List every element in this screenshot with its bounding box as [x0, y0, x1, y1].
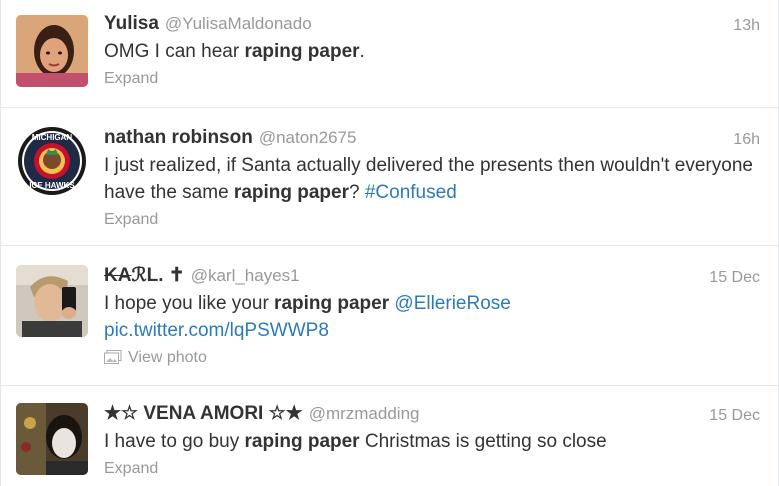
tweet-fullname[interactable]: ⁣Yulisa⁣	[104, 13, 159, 34]
tweet-screenname[interactable]: @YulisaMaldonado	[165, 14, 312, 33]
tweet-text: I hope you like your raping paper @Eller…	[104, 290, 760, 344]
tweet-text-part: I hope you like your	[104, 293, 275, 314]
view-photo-link[interactable]: View photo	[104, 348, 760, 370]
tweet-fullname[interactable]: nathan robinson	[104, 127, 253, 148]
tweet-text-part: ?	[349, 182, 365, 203]
tweet-text-part: .	[359, 41, 365, 62]
tweet-text: OMG I can hear raping paper.	[104, 38, 760, 65]
fullname-strike-part: KA	[104, 265, 132, 286]
avatar[interactable]	[16, 403, 88, 475]
avatar[interactable]: MICHIGAN ICE HAWKS	[16, 125, 88, 197]
expand-link[interactable]: Expand	[104, 210, 760, 230]
expand-link[interactable]: Expand	[104, 69, 760, 89]
expand-link[interactable]: Expand	[104, 459, 760, 479]
tweet-timestamp[interactable]: 13h	[733, 12, 760, 40]
avatar-photo-icon	[16, 265, 88, 337]
tweet-header: ⁣Yulisa⁣ @YulisaMaldonado 13h	[104, 10, 760, 38]
tweet-fullname[interactable]: KAℛL. ✝	[104, 265, 185, 286]
hashtag-link[interactable]: #Confused	[365, 182, 457, 203]
svg-text:MICHIGAN: MICHIGAN	[32, 133, 73, 142]
tweet-text: I just realized, if Santa actually deliv…	[104, 152, 760, 206]
tweet-item[interactable]: ⁣Yulisa⁣ @YulisaMaldonado 13h OMG I can h…	[1, 0, 778, 108]
view-photo-label: View photo	[128, 349, 207, 366]
photo-link[interactable]: pic.twitter.com/lqPSWWP8	[104, 320, 329, 341]
tweet-text-highlight: raping paper	[233, 182, 349, 203]
fullname-rest-part: ℛL. ✝	[131, 265, 185, 286]
tweet-screenname[interactable]: @mrzmadding	[309, 404, 420, 423]
tweet-timeline: ⁣Yulisa⁣ @YulisaMaldonado 13h OMG I can h…	[0, 0, 779, 486]
tweet-text-part: I have to go buy	[104, 431, 245, 452]
tweet-item[interactable]: MICHIGAN ICE HAWKS nathan robinson @naton…	[1, 108, 778, 246]
tweet-item[interactable]: KAℛL. ✝ @karl_hayes1 15 Dec I hope you li…	[1, 246, 778, 386]
svg-text:ICE HAWKS: ICE HAWKS	[29, 181, 75, 190]
avatar[interactable]	[16, 265, 88, 337]
tweet-header: ★☆ VENA AMORI ☆★ @mrzmadding 15 Dec	[104, 400, 760, 428]
tweet-text-highlight: raping paper	[244, 431, 360, 452]
avatar[interactable]	[16, 15, 88, 87]
tweet-timestamp[interactable]: 16h	[733, 126, 760, 154]
hockey-logo-icon: MICHIGAN ICE HAWKS	[16, 125, 88, 197]
tweet-timestamp[interactable]: 15 Dec	[709, 264, 760, 292]
avatar-photo-icon	[16, 15, 88, 87]
tweet-screenname[interactable]: @naton2675	[259, 128, 357, 147]
tweet-text: I have to go buy raping paper Christmas …	[104, 428, 760, 455]
tweet-header: nathan robinson @naton2675 16h	[104, 124, 760, 152]
tweet-text-part: Christmas is getting so close	[359, 431, 607, 452]
tweet-timestamp[interactable]: 15 Dec	[709, 402, 760, 430]
tweet-text-highlight: raping paper	[274, 293, 390, 314]
tweet-fullname[interactable]: ★☆ VENA AMORI ☆★	[104, 403, 303, 424]
tweet-header: KAℛL. ✝ @karl_hayes1 15 Dec	[104, 262, 760, 290]
tweet-screenname[interactable]: @karl_hayes1	[191, 266, 300, 285]
tweet-item[interactable]: ★☆ VENA AMORI ☆★ @mrzmadding 15 Dec I hav…	[1, 386, 778, 486]
tweet-text-highlight: raping paper	[244, 41, 360, 62]
photo-icon	[104, 350, 122, 370]
avatar-photo-icon	[16, 403, 88, 475]
mention-link[interactable]: @EllerieRose	[394, 293, 510, 314]
tweet-text-part: OMG I can hear	[104, 41, 245, 62]
